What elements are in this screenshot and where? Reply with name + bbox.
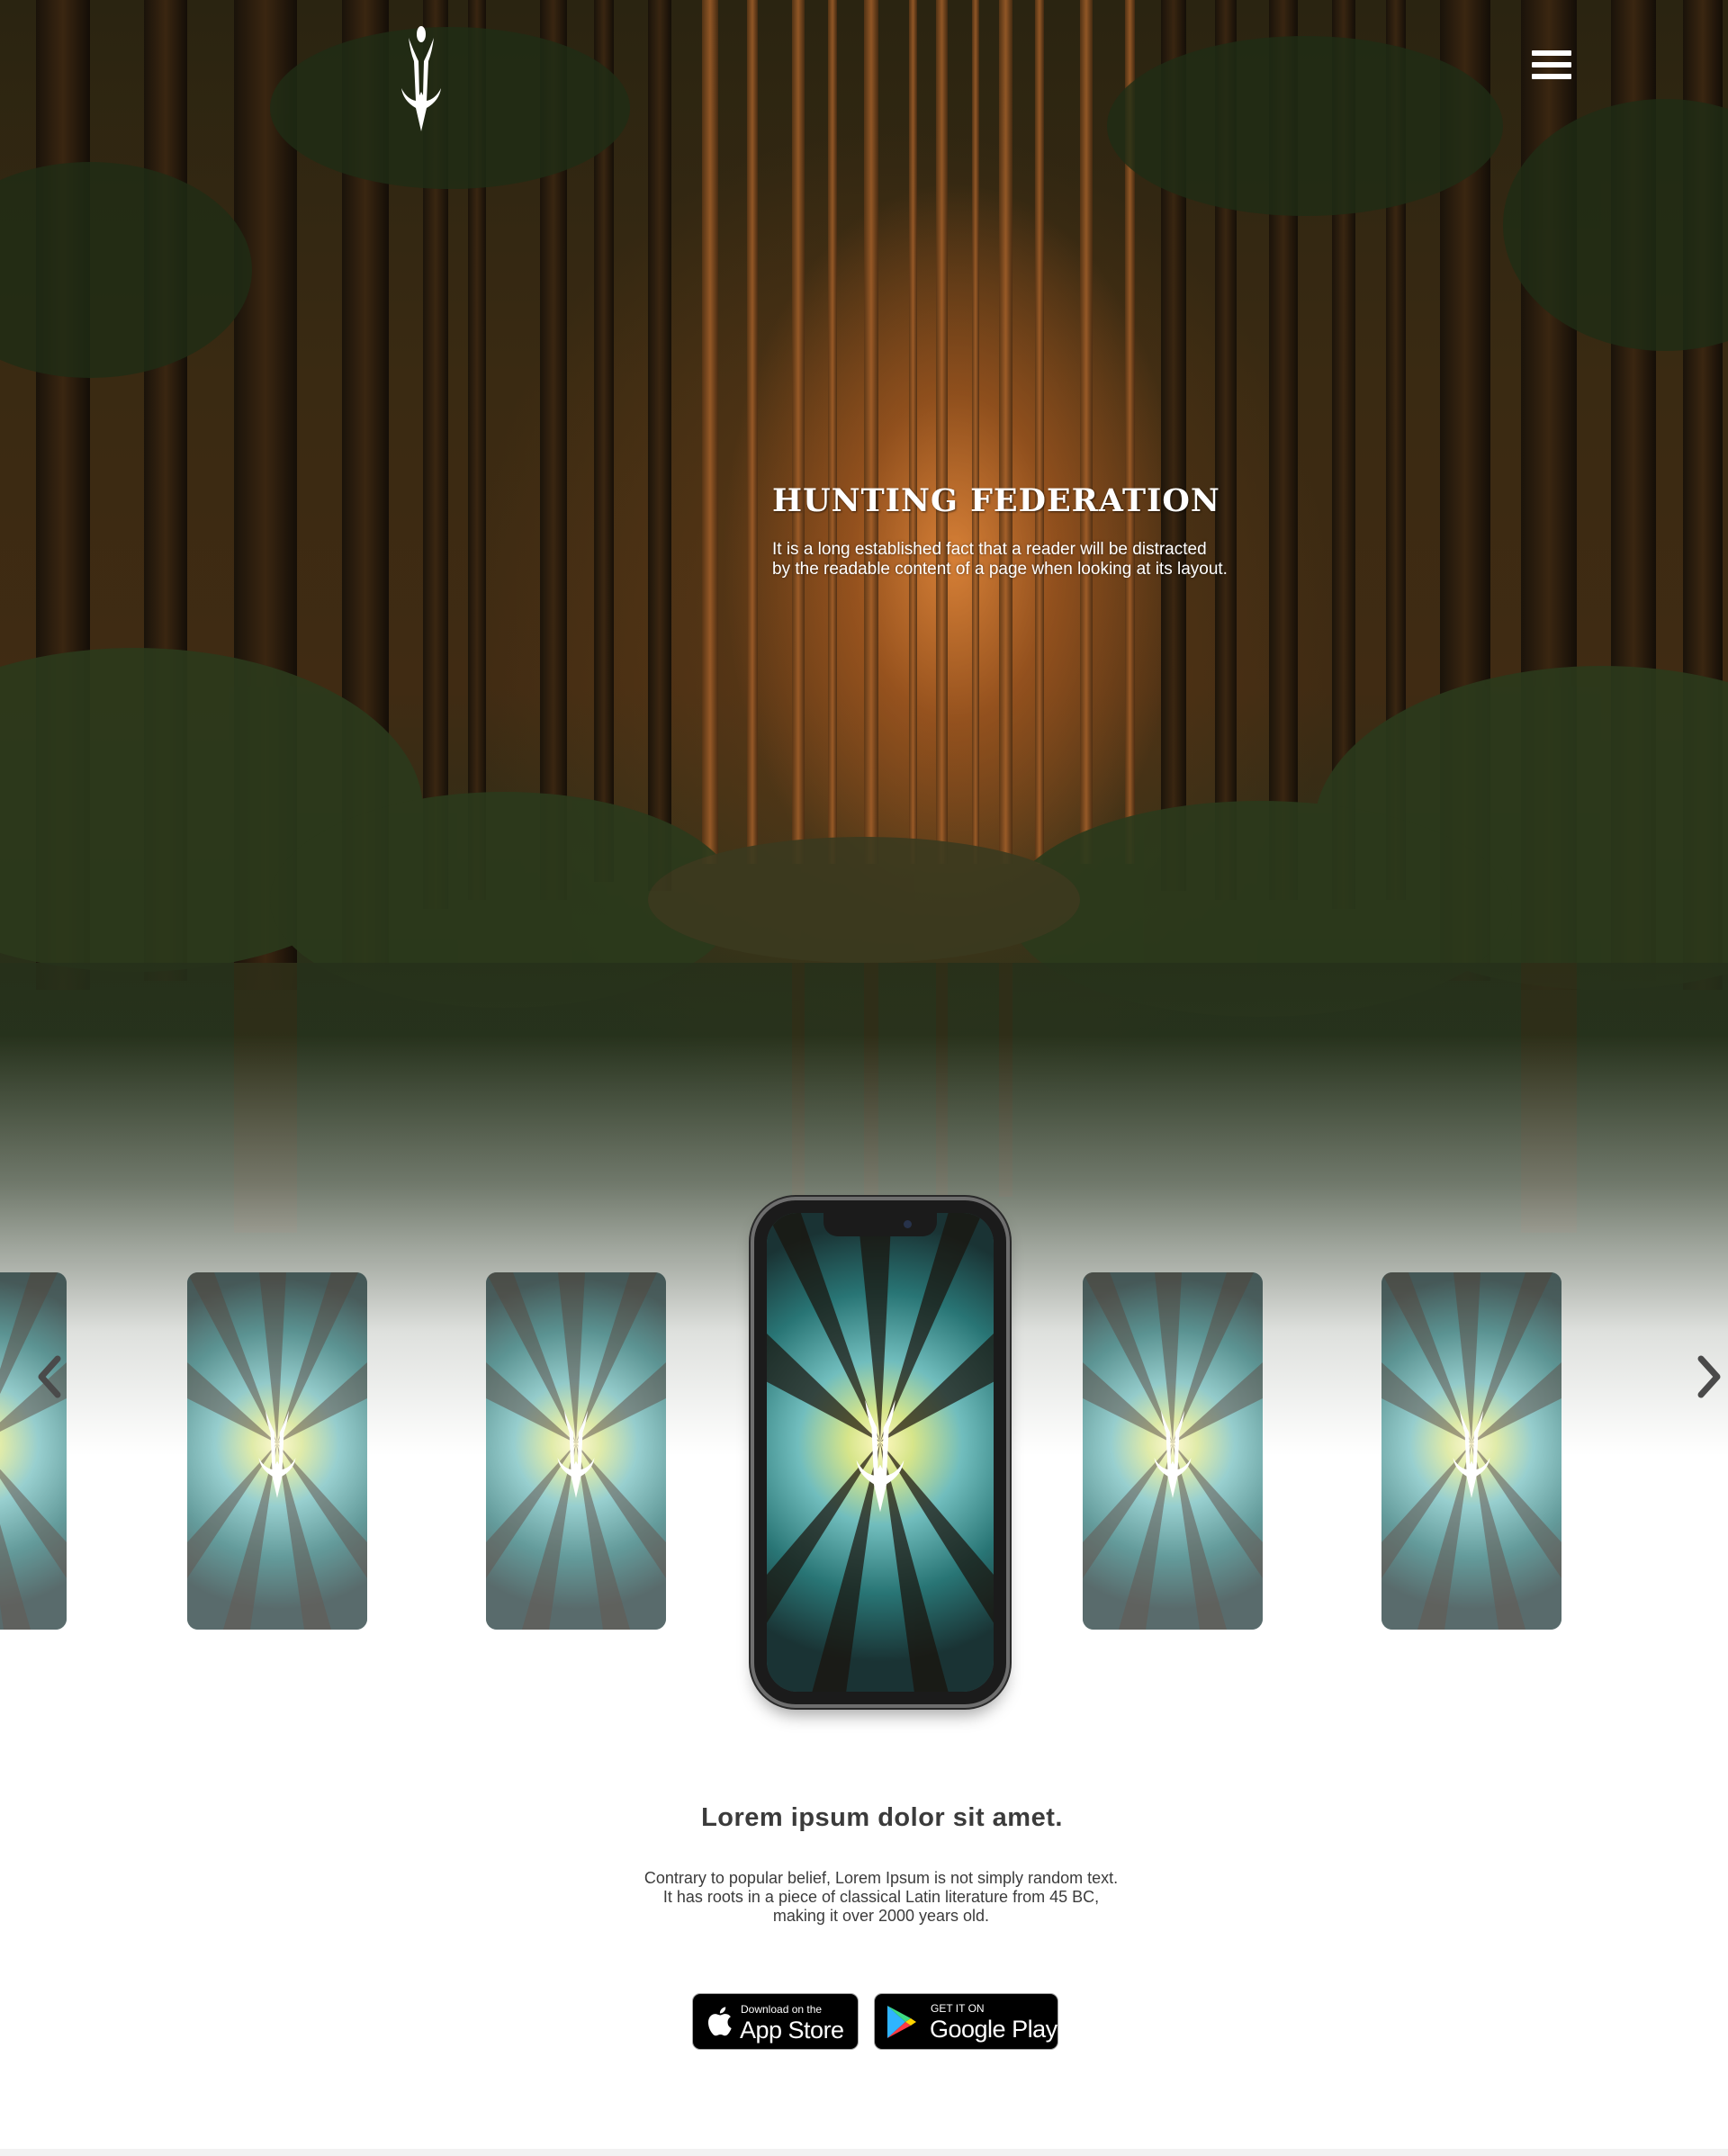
phone-screen (767, 1213, 994, 1692)
chevron-right-icon[interactable] (1692, 1350, 1728, 1404)
hero-description-line: It is a long established fact that a rea… (772, 540, 1207, 559)
app-carousel[interactable] (0, 1188, 1728, 1728)
app-store-small-text: Download on the (741, 2003, 823, 2016)
section-body-line: It has roots in a piece of classical Lat… (662, 1888, 1100, 1906)
carousel-slide[interactable] (486, 1272, 666, 1630)
store-buttons: Download on the App Store GET IT ON Goog… (692, 1993, 1059, 2050)
google-play-icon (887, 2006, 916, 2038)
carousel-slide[interactable] (187, 1272, 367, 1630)
app-store-label: App Store (740, 2017, 844, 2044)
antler-logo-icon (1154, 1410, 1192, 1498)
section-body-line: Contrary to popular belief, Lorem Ipsum … (644, 1869, 1119, 1887)
apple-icon (707, 2007, 732, 2036)
phone-notch (824, 1213, 937, 1236)
carousel-slide[interactable] (1083, 1272, 1263, 1630)
antler-logo-icon (258, 1410, 296, 1498)
section-body: Contrary to popular belief, Lorem Ipsum … (0, 1869, 1728, 1926)
phone-mockup[interactable] (754, 1200, 1006, 1704)
app-store-button[interactable]: Download on the App Store (692, 1993, 859, 2050)
google-play-button[interactable]: GET IT ON Google Play (874, 1993, 1058, 2050)
hero-description-line: by the readable content of a page when l… (772, 560, 1228, 579)
footer-band (0, 2149, 1728, 2156)
google-play-label: Google Play (930, 2016, 1058, 2043)
antler-logo-icon (557, 1410, 595, 1498)
antler-logo-icon[interactable] (394, 25, 448, 133)
hero-title: HUNTING FEDERATION (772, 482, 1220, 519)
hamburger-menu-icon[interactable] (1532, 50, 1571, 85)
hero-description: It is a long established fact that a rea… (772, 540, 1240, 579)
section-title: Lorem ipsum dolor sit amet. (701, 1803, 1063, 1832)
carousel-slide[interactable] (0, 1272, 67, 1630)
antler-logo-icon (1453, 1410, 1490, 1498)
carousel-slide[interactable] (1382, 1272, 1562, 1630)
google-play-small-text: GET IT ON (931, 2002, 985, 2015)
chevron-left-icon[interactable] (31, 1350, 67, 1404)
section-body-line: making it over 2000 years old. (772, 1907, 990, 1925)
antler-logo-icon (856, 1399, 904, 1513)
